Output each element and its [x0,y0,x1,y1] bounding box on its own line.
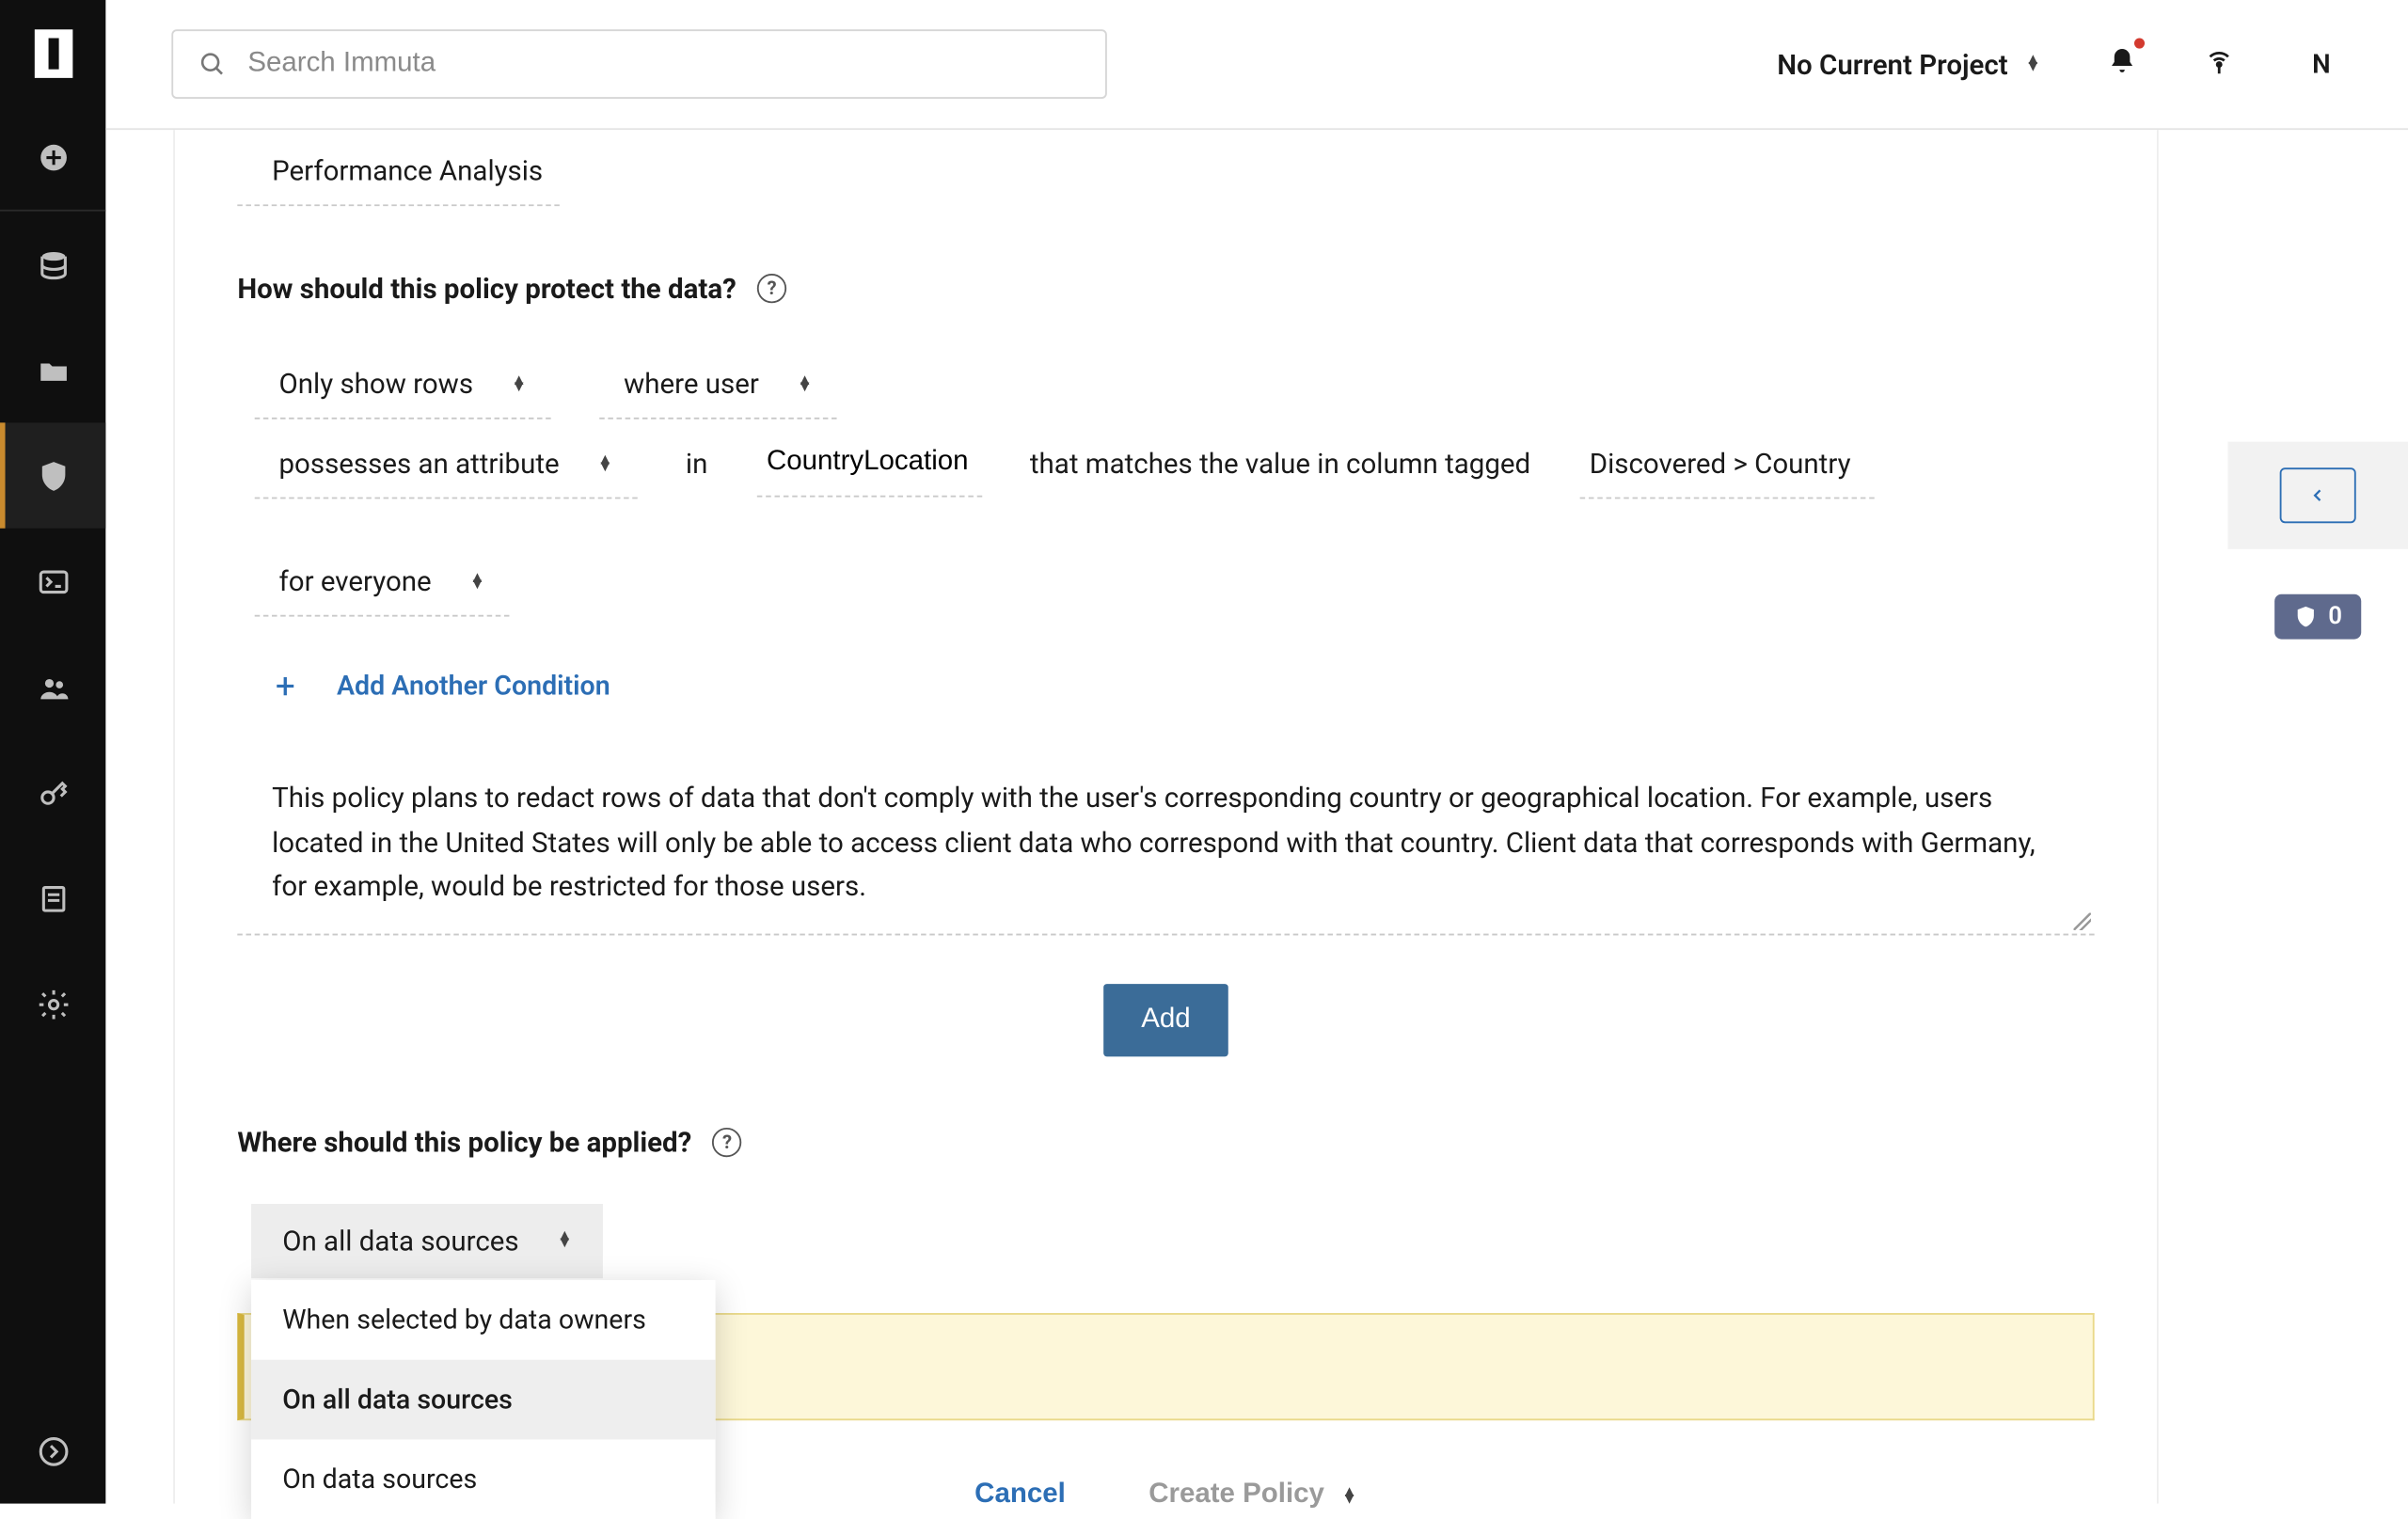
chevron-updown-icon: ▲▼ [557,1234,572,1248]
add-condition-button[interactable]: + Add Another Condition [237,627,2094,752]
project-label: No Current Project [1777,48,2007,81]
notifications-button[interactable] [2107,45,2138,84]
sidebar-item-reports[interactable] [0,846,105,951]
project-selector[interactable]: No Current Project ▲▼ [1777,48,2040,81]
where-heading: Where should this policy be applied? ? [237,1126,2094,1159]
search-icon [198,49,227,80]
sidebar-item-people[interactable] [0,634,105,739]
user-avatar[interactable]: N [2301,43,2342,85]
scope-option-some[interactable]: On data sources [251,1439,716,1519]
rule-matches-label: that matches the value in column tagged [1030,430,1530,498]
chevron-updown-icon: ▲▼ [1341,1488,1356,1502]
cancel-button[interactable]: Cancel [974,1479,1066,1510]
app-logo[interactable] [0,0,105,105]
antenna-icon [2204,41,2235,80]
rule-where-user-select[interactable]: where user ▲▼ [599,350,836,419]
collapse-panel-button[interactable] [2227,442,2408,549]
rule-show-rows-select[interactable]: Only show rows ▲▼ [255,350,551,419]
create-policy-button[interactable]: Create Policy ▲▼ [1149,1479,1357,1510]
sidebar-item-terminal[interactable] [0,529,105,634]
chevron-updown-icon: ▲▼ [597,456,612,470]
help-icon[interactable]: ? [712,1128,741,1157]
add-button[interactable]: Add [1103,984,1228,1056]
apply-scope-menu: When selected by data owners On all data… [251,1280,716,1519]
rule-possesses-select[interactable]: possesses an attribute ▲▼ [255,430,638,499]
database-icon [36,246,71,281]
sidebar-item-settings[interactable] [0,951,105,1056]
left-sidebar [0,0,105,1504]
policy-count-badge[interactable]: 0 [2274,594,2361,640]
sidebar-item-add[interactable] [0,105,105,211]
connection-button[interactable] [2204,41,2235,87]
bell-icon [2107,45,2138,76]
rule-in-label: in [686,430,707,498]
shield-icon [36,458,71,493]
rule-attribute-input[interactable] [756,430,981,498]
report-icon [36,881,71,916]
right-panel: 0 [2227,442,2408,640]
avatar-initial: N [2312,49,2331,80]
notification-dot [2134,39,2145,49]
sidebar-item-folder[interactable] [0,317,105,422]
plus-icon: + [276,665,295,706]
chevron-updown-icon: ▲▼ [469,575,484,589]
gear-icon [36,987,71,1021]
policy-name-field[interactable]: Performance Analysis [237,130,560,206]
scope-option-all[interactable]: On all data sources [251,1359,716,1439]
chevron-updown-icon: ▲▼ [2025,57,2040,71]
search-input[interactable] [247,49,1081,80]
arrow-circle-icon [36,1433,71,1468]
sidebar-item-help[interactable] [0,1398,105,1503]
sidebar-item-data[interactable] [0,212,105,317]
policy-builder: Performance Analysis How should this pol… [173,130,2159,1503]
people-icon [36,670,71,704]
sidebar-item-keys[interactable] [0,739,105,845]
help-icon[interactable]: ? [757,274,786,303]
key-icon [36,775,71,810]
chevron-left-icon [2309,483,2326,508]
policy-description[interactable]: This policy plans to redact rows of data… [237,752,2094,935]
plus-circle-icon [36,140,71,175]
global-search[interactable] [171,29,1107,99]
chevron-updown-icon: ▲▼ [797,377,812,391]
rule-scope-select[interactable]: for everyone ▲▼ [255,547,510,617]
apply-scope-select[interactable]: On all data sources ▲▼ [251,1204,604,1278]
shield-check-icon [2293,605,2318,629]
rule-tag-value[interactable]: Discovered > Country [1579,430,1874,499]
folder-icon [36,353,71,388]
sidebar-item-policies[interactable] [0,422,105,528]
scope-option-owners[interactable]: When selected by data owners [251,1280,716,1360]
chevron-updown-icon: ▲▼ [512,377,527,391]
protect-heading: How should this policy protect the data?… [237,272,2094,305]
terminal-icon [36,563,71,598]
top-bar: No Current Project ▲▼ N [105,0,2408,130]
